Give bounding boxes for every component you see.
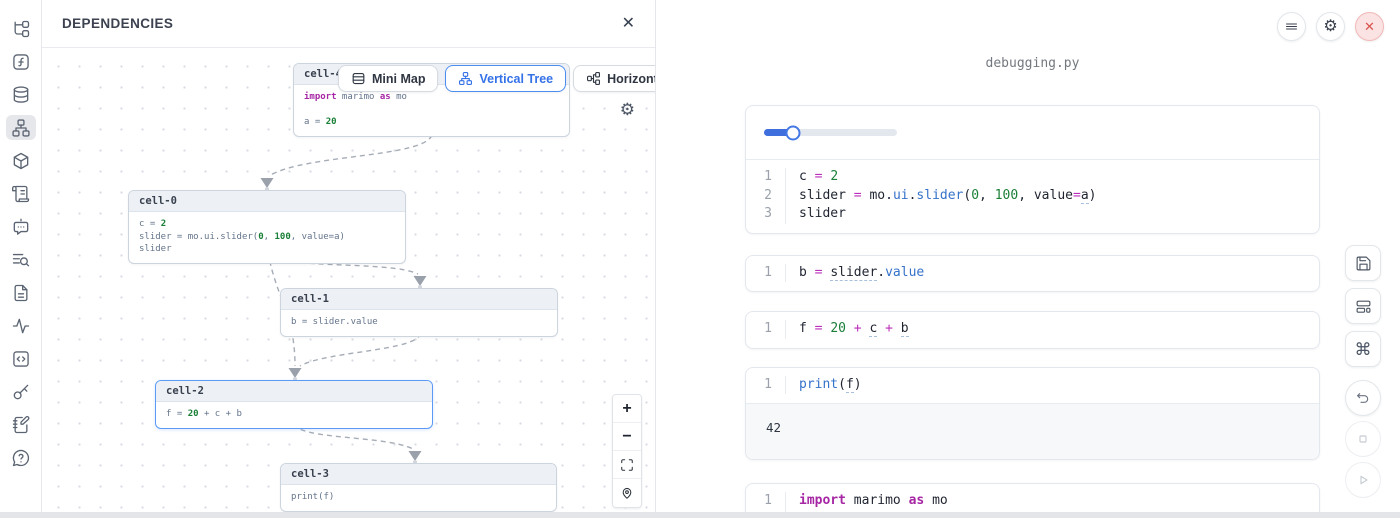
notebook-cell[interactable]: 1b = slider.value bbox=[745, 255, 1320, 293]
play-icon bbox=[1355, 472, 1371, 488]
graph-node-code: b = slider.value bbox=[281, 310, 557, 336]
undo-button[interactable] bbox=[1345, 380, 1381, 416]
stop-icon bbox=[1355, 431, 1371, 447]
file-explorer-icon[interactable] bbox=[6, 16, 36, 41]
graph-node-title: cell-0 bbox=[129, 191, 405, 212]
close-icon: ✕ bbox=[1364, 19, 1375, 35]
slider-output bbox=[746, 106, 1319, 160]
horizontal-tree-icon bbox=[586, 71, 601, 86]
shutdown-button[interactable]: ✕ bbox=[1355, 12, 1384, 41]
documentation-icon[interactable] bbox=[6, 280, 36, 305]
notebook-cells: 1c = 22slider = mo.ui.slider(0, 100, val… bbox=[745, 105, 1320, 518]
rows-icon bbox=[351, 71, 366, 86]
graph-settings-gear-icon[interactable]: ⚙ bbox=[620, 100, 635, 120]
notebook-panel: debugging.py 1c = 22slider = mo.ui.slide… bbox=[656, 0, 1400, 518]
line-number: 3 bbox=[746, 205, 786, 224]
graph-node-code: import marimo as mo a = 20 bbox=[294, 85, 569, 136]
packages-icon[interactable] bbox=[6, 148, 36, 173]
layout-icon bbox=[1355, 298, 1372, 315]
dependencies-title: DEPENDENCIES bbox=[62, 16, 173, 31]
graph-node-title: cell-3 bbox=[281, 464, 556, 485]
activity-bar bbox=[0, 0, 42, 518]
cell-editor[interactable]: 1c = 22slider = mo.ui.slider(0, 100, val… bbox=[746, 160, 1319, 233]
save-icon bbox=[1355, 255, 1372, 272]
menu-button[interactable] bbox=[1277, 12, 1306, 41]
notebook-cell[interactable]: 1f = 20 + c + b bbox=[745, 311, 1320, 349]
line-number: 1 bbox=[746, 264, 786, 283]
graph-view-toolbar: Mini Map Vertical Tree Horizontal Tree bbox=[338, 65, 656, 92]
variables-icon[interactable] bbox=[6, 49, 36, 74]
cell-editor[interactable]: 1f = 20 + c + b bbox=[746, 312, 1319, 348]
scratchpad-icon[interactable] bbox=[6, 412, 36, 437]
save-button[interactable] bbox=[1345, 245, 1381, 281]
graph-node-code: print(f) bbox=[281, 485, 556, 511]
cell-editor[interactable]: 1print(f) bbox=[746, 368, 1319, 404]
graph-node-cell-3[interactable]: cell-3print(f) bbox=[280, 463, 557, 512]
gear-icon: ⚙ bbox=[1323, 19, 1337, 35]
tracing-icon[interactable] bbox=[6, 313, 36, 338]
notebook-cell[interactable]: 1print(f)42 bbox=[745, 367, 1320, 461]
line-number: 1 bbox=[746, 492, 786, 511]
top-right-controls: ⚙ ✕ bbox=[1277, 12, 1384, 41]
graph-node-cell-0[interactable]: cell-0c = 2slider = mo.ui.slider(0, 100,… bbox=[128, 190, 406, 264]
graph-zoom-controls: + − bbox=[612, 394, 642, 508]
graph-node-title: cell-2 bbox=[156, 381, 432, 402]
horizontal-tree-button[interactable]: Horizontal Tree bbox=[573, 65, 656, 92]
keyboard-shortcuts-button[interactable]: ⌘ bbox=[1345, 331, 1381, 367]
line-number: 1 bbox=[746, 168, 786, 187]
line-number: 1 bbox=[746, 376, 786, 395]
dependency-graph-canvas[interactable]: cell-4import marimo as mo a = 20cell-0c … bbox=[42, 48, 655, 518]
graph-node-code: c = 2slider = mo.ui.slider(0, 100, value… bbox=[129, 212, 405, 263]
bottom-scrollbar[interactable] bbox=[0, 512, 1400, 518]
snippets-icon[interactable] bbox=[6, 346, 36, 371]
fit-view-button[interactable] bbox=[613, 451, 641, 479]
hamburger-icon bbox=[1284, 19, 1299, 34]
interrupt-button[interactable] bbox=[1345, 421, 1381, 457]
dependencies-header: DEPENDENCIES ✕ bbox=[42, 0, 655, 48]
logs-icon[interactable] bbox=[6, 181, 36, 206]
undo-icon bbox=[1355, 390, 1371, 406]
graph-node-cell-1[interactable]: cell-1b = slider.value bbox=[280, 288, 558, 337]
zoom-out-button[interactable]: − bbox=[613, 423, 641, 451]
graph-node-code: f = 20 + c + b bbox=[156, 402, 432, 428]
dependencies-icon[interactable] bbox=[6, 115, 36, 140]
line-number: 2 bbox=[746, 187, 786, 206]
datasources-icon[interactable] bbox=[6, 82, 36, 107]
fit-view-icon bbox=[620, 458, 634, 472]
mini-map-button[interactable]: Mini Map bbox=[338, 65, 438, 92]
graph-node-title: cell-1 bbox=[281, 289, 557, 310]
run-all-button[interactable] bbox=[1345, 462, 1381, 498]
console-output: 42 bbox=[746, 403, 1319, 459]
notebook-filename[interactable]: debugging.py bbox=[745, 56, 1320, 71]
zoom-in-button[interactable]: + bbox=[613, 395, 641, 423]
chat-icon[interactable] bbox=[6, 214, 36, 239]
layout-button[interactable] bbox=[1345, 288, 1381, 324]
line-number: 1 bbox=[746, 320, 786, 339]
cell-editor[interactable]: 1b = slider.value bbox=[746, 256, 1319, 292]
slider-thumb[interactable] bbox=[786, 125, 801, 140]
vertical-tree-icon bbox=[458, 71, 473, 86]
vertical-tree-button[interactable]: Vertical Tree bbox=[445, 65, 566, 92]
help-icon[interactable] bbox=[6, 445, 36, 470]
outline-search-icon[interactable] bbox=[6, 247, 36, 272]
close-panel-icon[interactable]: ✕ bbox=[622, 16, 635, 32]
command-icon: ⌘ bbox=[1355, 341, 1372, 358]
notebook-cell[interactable]: 1c = 22slider = mo.ui.slider(0, 100, val… bbox=[745, 105, 1320, 234]
secrets-icon[interactable] bbox=[6, 379, 36, 404]
slider-widget[interactable] bbox=[764, 129, 897, 136]
dependencies-panel: DEPENDENCIES ✕ c bbox=[42, 0, 656, 518]
settings-button[interactable]: ⚙ bbox=[1316, 12, 1345, 41]
map-pin-icon bbox=[620, 486, 634, 500]
lock-position-button[interactable] bbox=[613, 479, 641, 507]
graph-node-cell-2[interactable]: cell-2f = 20 + c + b bbox=[155, 380, 433, 429]
